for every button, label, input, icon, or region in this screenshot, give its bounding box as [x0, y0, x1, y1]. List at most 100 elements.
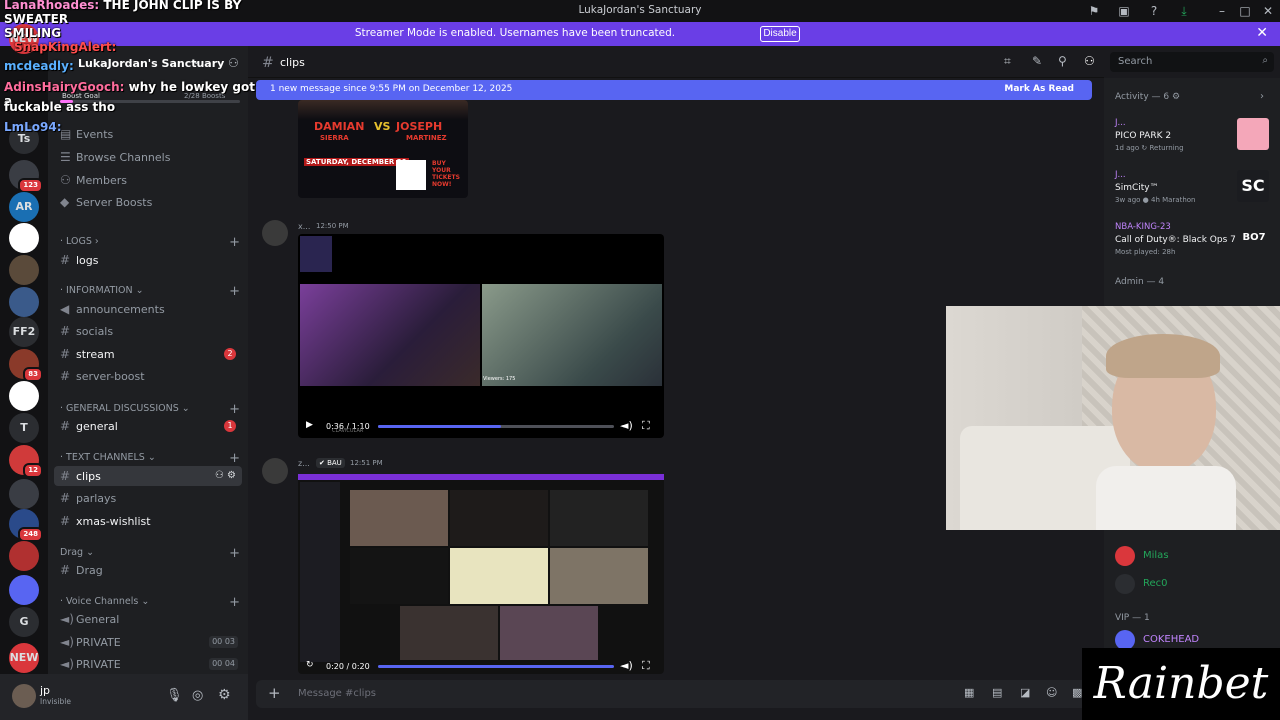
inbox-icon[interactable]: ⚑: [1086, 3, 1102, 19]
member-name[interactable]: Milas: [1143, 550, 1169, 561]
gif-icon[interactable]: ▤: [992, 686, 1002, 699]
channel-general[interactable]: # general 1: [60, 416, 242, 436]
minimize-icon[interactable]: –: [1214, 3, 1230, 19]
emoji-icon[interactable]: ☺: [1046, 686, 1057, 699]
sidebar-item-server-boosts[interactable]: ◆ Server Boosts: [60, 192, 242, 212]
video-progress[interactable]: [378, 425, 614, 428]
member-name[interactable]: Rec0: [1143, 578, 1168, 589]
category-information[interactable]: · INFORMATION ⌄ +: [60, 284, 240, 299]
mark-as-read-button[interactable]: Mark As Read: [1004, 84, 1074, 94]
search-input[interactable]: Search ⌕: [1110, 52, 1274, 72]
server-icon[interactable]: 12: [9, 445, 43, 478]
channel-parlays[interactable]: # parlays: [60, 488, 242, 508]
voice-channel-general[interactable]: ◄) General: [60, 609, 242, 629]
channel-xmas-wishlist[interactable]: # xmas-wishlist: [60, 511, 242, 531]
avatar[interactable]: [1115, 574, 1135, 594]
sidebar-item-browse-channels[interactable]: ☰ Browse Channels: [60, 147, 242, 167]
member-list-icon[interactable]: ⚇: [1084, 54, 1095, 68]
server-icon[interactable]: [9, 287, 39, 317]
server-icon[interactable]: NEW: [9, 643, 39, 673]
screen-icon[interactable]: ▣: [1116, 3, 1132, 19]
fullscreen-icon[interactable]: ⛶: [642, 419, 650, 433]
activity-card[interactable]: J... SimCity™ 3w ago ● 4h Marathon SC: [1115, 170, 1275, 208]
server-icon[interactable]: [9, 381, 39, 411]
message-author[interactable]: x...: [298, 222, 310, 231]
replay-icon[interactable]: ↻: [306, 660, 314, 670]
avatar[interactable]: [262, 220, 288, 246]
chevron-down-icon[interactable]: ⌄: [192, 56, 200, 67]
disable-streamer-mode-button[interactable]: Disable: [760, 26, 800, 42]
add-channel-icon[interactable]: +: [229, 284, 240, 299]
apps-icon[interactable]: ▩: [1072, 686, 1082, 699]
sidebar-item-events[interactable]: ▤ Events: [60, 124, 242, 144]
category-text-channels[interactable]: · TEXT CHANNELS ⌄ +: [60, 451, 240, 466]
message-input[interactable]: Message #clips: [298, 688, 376, 699]
video-attachment[interactable]: Viewers: 175 ▶ 0:36 / 1:10 CLAVICULAR ◄)…: [298, 234, 664, 438]
server-icon[interactable]: [9, 575, 39, 605]
activity-header[interactable]: Activity — 6 ⚙: [1115, 92, 1180, 102]
maximize-icon[interactable]: □: [1237, 3, 1253, 19]
member-name[interactable]: COKEHEAD: [1143, 634, 1199, 645]
voice-channel-private-1[interactable]: ◄) PRIVATE 00 03: [60, 632, 242, 652]
server-icon[interactable]: 123: [9, 160, 43, 193]
server-icon[interactable]: FF2: [9, 317, 39, 347]
play-icon[interactable]: ▶: [306, 420, 313, 430]
avatar[interactable]: [262, 458, 288, 484]
add-channel-icon[interactable]: +: [229, 546, 240, 561]
server-icon[interactable]: T: [9, 413, 39, 443]
pin-icon[interactable]: ⚲: [1058, 54, 1067, 68]
fullscreen-icon[interactable]: ⛶: [642, 659, 650, 673]
threads-icon[interactable]: ⌗: [1004, 54, 1011, 69]
sticker-icon[interactable]: ◪: [1020, 686, 1030, 699]
server-icon[interactable]: 248: [9, 509, 43, 542]
category-general-discussions[interactable]: · GENERAL DISCUSSIONS ⌄ +: [60, 402, 240, 417]
fight-poster-image[interactable]: DAMIAN VS JOSEPH SIERRA MARTINEZ SATURDA…: [298, 100, 468, 198]
server-icon[interactable]: [9, 223, 39, 253]
server-icon[interactable]: [9, 541, 39, 571]
video-attachment[interactable]: ↻ 0:20 / 0:20 ◄) ⛶: [298, 474, 664, 674]
volume-icon[interactable]: ◄): [620, 659, 633, 672]
sidebar-item-members[interactable]: ⚇ Members: [60, 170, 242, 190]
video-progress[interactable]: [378, 665, 614, 668]
add-channel-icon[interactable]: +: [229, 402, 240, 417]
channel-server-boost[interactable]: # server-boost: [60, 366, 242, 386]
server-icon[interactable]: G: [9, 607, 39, 637]
avatar[interactable]: [1115, 630, 1135, 650]
close-banner-icon[interactable]: ✕: [1256, 25, 1268, 41]
channel-announcements[interactable]: ◀ announcements: [60, 299, 242, 319]
settings-icon[interactable]: ⚇ ⚙: [215, 466, 236, 486]
add-channel-icon[interactable]: +: [229, 451, 240, 466]
channel-drag[interactable]: # Drag: [60, 560, 242, 580]
channel-logs[interactable]: # logs: [60, 250, 242, 270]
avatar[interactable]: [12, 684, 36, 708]
user-settings-icon[interactable]: ⚙: [218, 687, 231, 703]
add-channel-icon[interactable]: +: [229, 595, 240, 610]
add-attachment-icon[interactable]: +: [268, 684, 281, 702]
server-icon[interactable]: AR: [9, 192, 39, 222]
download-icon[interactable]: ⤓: [1176, 3, 1192, 19]
channel-socials[interactable]: # socials: [60, 321, 242, 341]
category-voice-channels[interactable]: · Voice Channels ⌄ +: [60, 595, 240, 610]
voice-channel-private-2[interactable]: ◄) PRIVATE 00 04: [60, 654, 242, 674]
channel-clips[interactable]: # clips ⚇ ⚙: [54, 466, 242, 486]
help-icon[interactable]: ?: [1146, 3, 1162, 19]
channel-stream[interactable]: # stream 2: [60, 344, 242, 364]
server-name[interactable]: LukaJordan's Sanctuary: [78, 57, 224, 70]
server-icon[interactable]: [9, 255, 39, 285]
avatar[interactable]: [1115, 546, 1135, 566]
category-logs[interactable]: · LOGS › +: [60, 235, 240, 250]
headphones-icon[interactable]: ◎: [192, 688, 203, 703]
add-friend-icon[interactable]: ⚇: [228, 56, 239, 70]
server-icon[interactable]: 83: [9, 349, 43, 382]
message-composer[interactable]: + Message #clips ▦ ▤ ◪ ☺ ▩: [256, 680, 1096, 708]
notification-bell-icon[interactable]: ✎: [1032, 54, 1042, 68]
activity-card[interactable]: J... PICO PARK 2 1d ago ↻ Returning: [1115, 118, 1275, 156]
category-drag[interactable]: Drag ⌄ +: [60, 546, 240, 561]
close-window-icon[interactable]: ✕: [1260, 3, 1276, 19]
new-messages-bar[interactable]: 1 new message since 9:55 PM on December …: [256, 80, 1092, 100]
chevron-right-icon[interactable]: ›: [1260, 91, 1264, 102]
server-icon[interactable]: [9, 479, 39, 509]
microphone-icon[interactable]: 🎙: [166, 688, 183, 703]
volume-icon[interactable]: ◄): [620, 419, 633, 432]
gift-icon[interactable]: ▦: [964, 686, 974, 699]
